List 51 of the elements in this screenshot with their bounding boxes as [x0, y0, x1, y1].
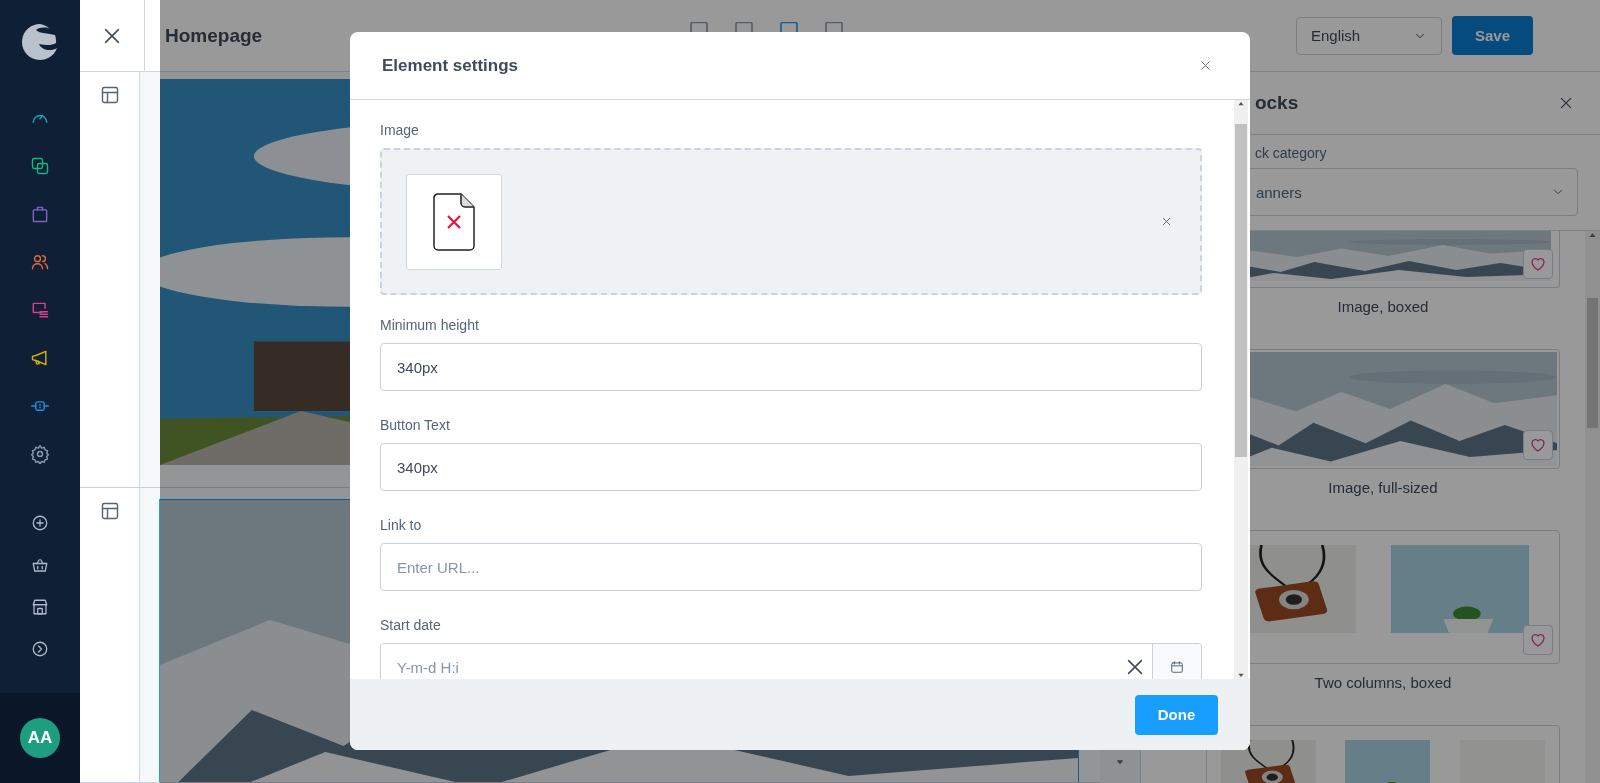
settings-icon[interactable]: [30, 444, 50, 464]
done-button[interactable]: Done: [1135, 694, 1218, 735]
modal-title: Element settings: [382, 55, 519, 76]
panel-title: ocks: [1254, 92, 1299, 114]
favorite-button[interactable]: [1523, 430, 1553, 460]
calendar-icon[interactable]: [1170, 660, 1184, 674]
broken-file-icon: [433, 192, 475, 251]
heart-icon: [1529, 436, 1547, 454]
scroll-down-icon[interactable]: [1114, 757, 1125, 767]
close-icon[interactable]: [1161, 216, 1172, 227]
field-label: Button Text: [380, 417, 451, 435]
basket-icon[interactable]: [31, 556, 49, 574]
list-icon[interactable]: [30, 300, 50, 320]
close-icon[interactable]: [1199, 59, 1212, 72]
text-field[interactable]: Enter URL...: [380, 543, 1202, 591]
field-label: ck category: [1253, 145, 1328, 161]
avatar[interactable]: AA: [20, 718, 60, 758]
chevron-circle-icon[interactable]: [31, 640, 49, 658]
text-field[interactable]: 340px: [380, 343, 1202, 391]
scrollbar-thumb[interactable]: [1235, 124, 1247, 457]
block-card[interactable]: [1205, 725, 1560, 783]
field-label: Image: [380, 122, 420, 140]
text-field[interactable]: 340px: [380, 443, 1202, 491]
users-icon[interactable]: [30, 252, 50, 272]
scrollbar-thumb[interactable]: [1587, 298, 1598, 428]
field-label: Link to: [380, 517, 423, 535]
block-label: Two columns, boxed: [1314, 674, 1452, 691]
store-icon[interactable]: [31, 598, 49, 616]
block-label: Image, full-sized: [1328, 479, 1438, 496]
favorite-button[interactable]: [1523, 249, 1553, 279]
copy-icon[interactable]: [30, 156, 50, 176]
layout-icon[interactable]: [99, 85, 120, 105]
logo[interactable]: [20, 22, 60, 62]
bag-icon[interactable]: [30, 204, 50, 224]
layout-icon[interactable]: [99, 501, 120, 521]
scroll-up-icon[interactable]: [1237, 100, 1245, 108]
heart-icon: [1529, 255, 1547, 273]
page-title: Homepage: [164, 24, 264, 47]
plus-circle-icon[interactable]: [31, 514, 49, 532]
megaphone-icon[interactable]: [30, 348, 50, 368]
field-label: Minimum height: [380, 317, 480, 335]
category-value: anners: [1255, 183, 1302, 201]
language-value: English: [1311, 27, 1361, 44]
field-label: Start date: [380, 617, 442, 635]
language-select[interactable]: English: [1296, 16, 1442, 55]
favorite-button[interactable]: [1523, 625, 1553, 655]
close-icon[interactable]: [1558, 95, 1574, 111]
scroll-up-icon[interactable]: [1588, 231, 1597, 240]
block-label: Image, boxed: [1337, 298, 1429, 315]
save-button[interactable]: Save: [1452, 16, 1533, 55]
heart-icon: [1529, 631, 1547, 649]
